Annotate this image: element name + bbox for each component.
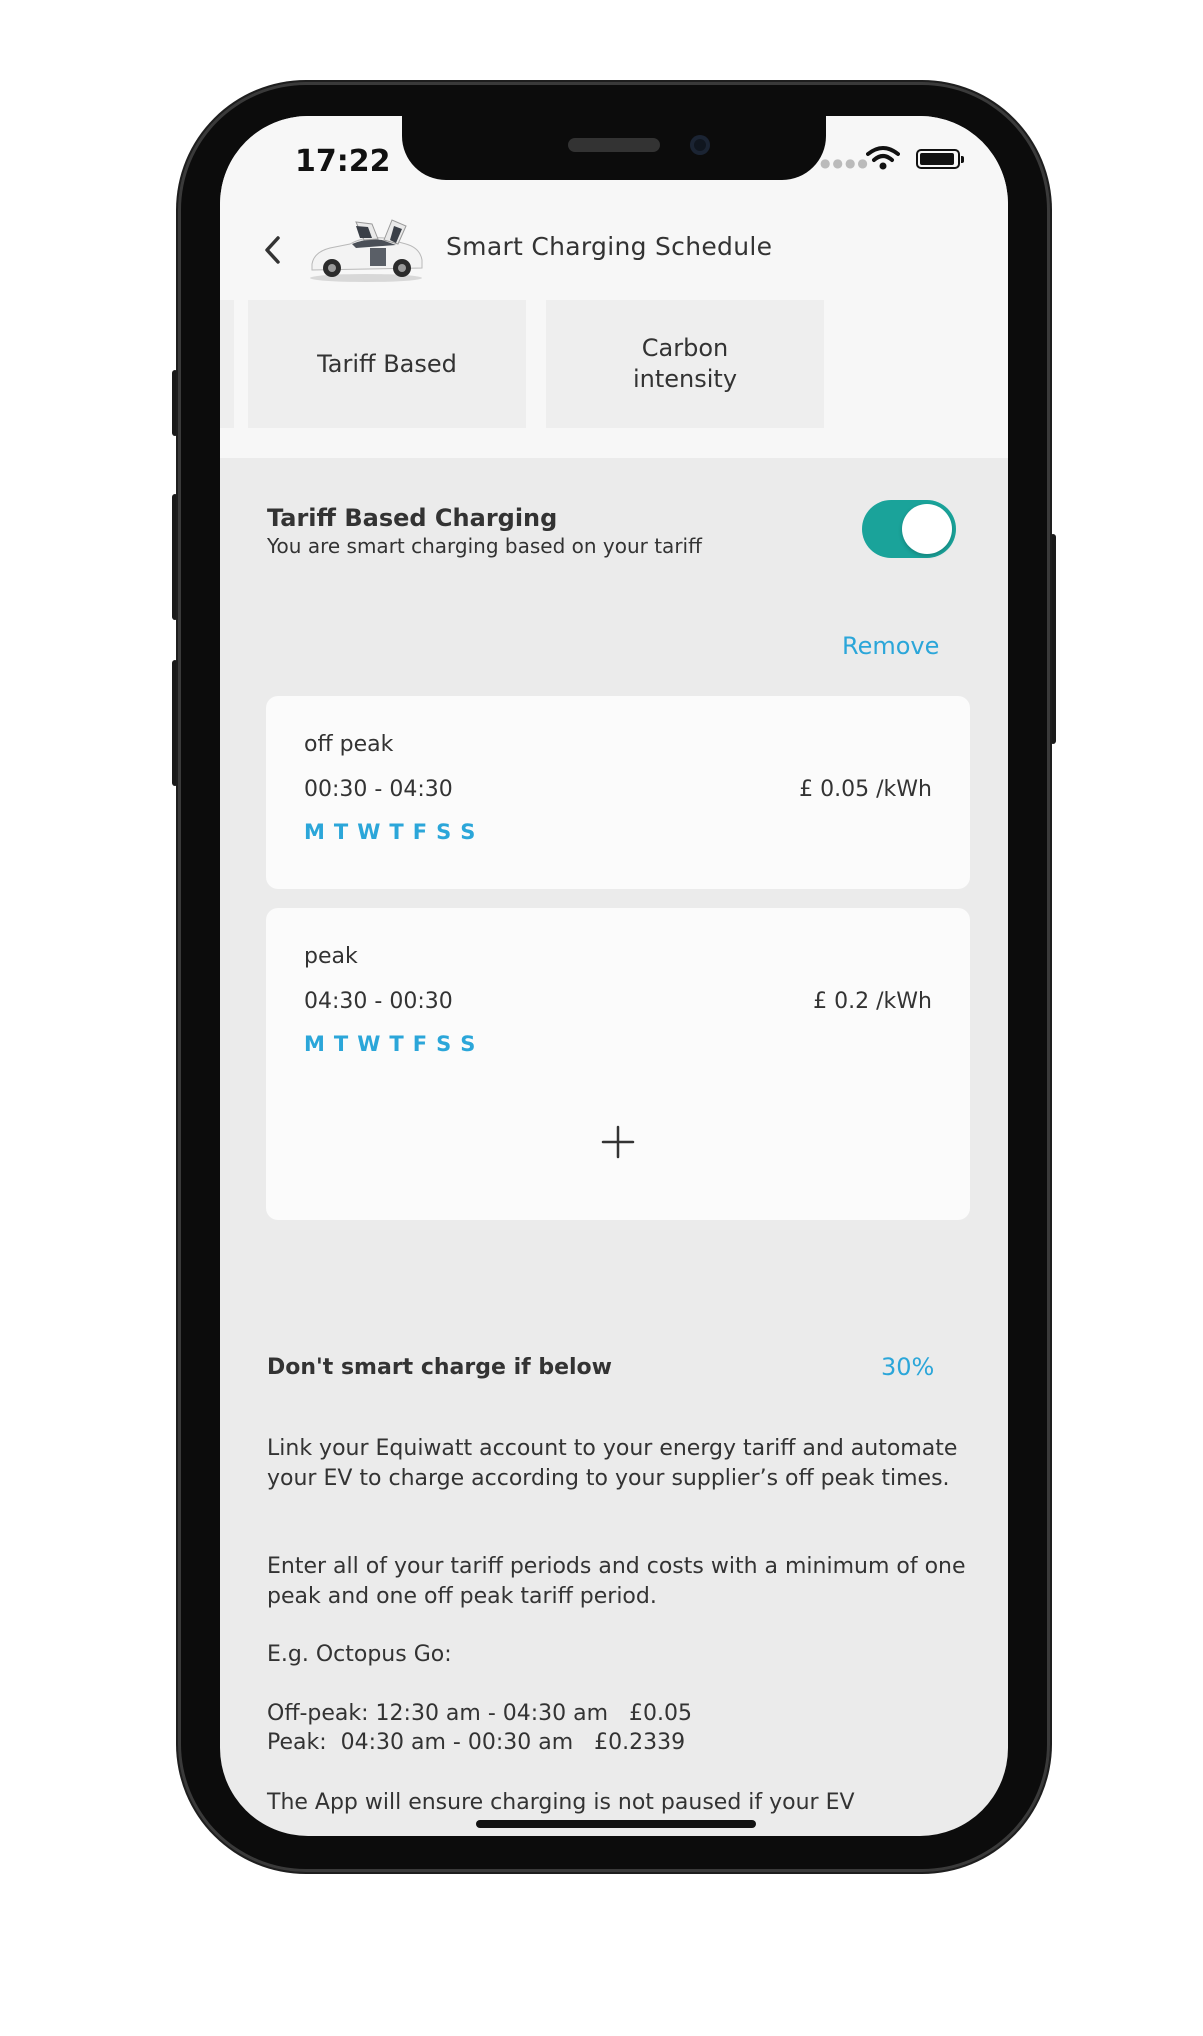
tab-previous-edge[interactable] — [220, 300, 234, 428]
day-monday: M — [304, 820, 325, 844]
info-paragraph: Link your Equiwatt account to your energ… — [267, 1436, 958, 1491]
tariff-section-subtitle: You are smart charging based on your tar… — [267, 534, 702, 558]
day-saturday: S — [436, 820, 452, 844]
day-friday: F — [412, 1032, 428, 1056]
info-paragraph: The App will ensure charging is not paus… — [267, 1790, 855, 1815]
speaker — [568, 138, 660, 152]
day-tuesday: T — [333, 820, 349, 844]
tab-label: Tariff Based — [317, 349, 457, 378]
tab-carbon-intensity[interactable]: Carbon intensity — [546, 300, 824, 428]
day-monday: M — [304, 1032, 325, 1056]
day-thursday: T — [389, 820, 404, 844]
info-example-peak: Peak: 04:30 am - 00:30 am £0.2339 — [267, 1730, 686, 1755]
power-button — [1050, 534, 1056, 744]
day-wednesday: W — [357, 820, 381, 844]
tab-tariff-based[interactable]: Tariff Based — [248, 300, 526, 428]
wifi-icon — [866, 146, 900, 170]
info-example-offpeak: Off-peak: 12:30 am - 04:30 am £0.05 — [267, 1701, 693, 1726]
remove-button[interactable]: Remove — [842, 632, 939, 660]
signal-icon: ●●●● — [820, 156, 870, 170]
page-title: Smart Charging Schedule — [446, 232, 773, 261]
chevron-left-icon — [265, 236, 280, 264]
home-indicator[interactable] — [476, 1820, 756, 1828]
day-wednesday: W — [357, 1032, 381, 1056]
battery-icon — [916, 149, 964, 169]
add-period-button[interactable] — [266, 1064, 970, 1220]
info-paragraph: Enter all of your tariff periods and cos… — [267, 1554, 966, 1609]
toggle-knob — [902, 504, 952, 554]
period-days: M T W T F S S — [304, 1032, 475, 1056]
status-time: 17:22 — [295, 144, 391, 179]
day-sunday: S — [460, 820, 476, 844]
period-name: peak — [304, 944, 358, 969]
app-screen: 17:22 ●●●● Smart Charging Schedule Tarif… — [220, 116, 1008, 1836]
back-button[interactable] — [254, 230, 290, 270]
car-image — [310, 219, 423, 282]
day-thursday: T — [389, 1032, 404, 1056]
day-sunday: S — [460, 1032, 476, 1056]
period-time: 00:30 - 04:30 — [304, 777, 453, 802]
camera — [690, 135, 710, 155]
tariff-section-title: Tariff Based Charging — [267, 504, 558, 532]
plus-icon — [601, 1125, 635, 1159]
period-price: £ 0.2 /kWh — [813, 989, 932, 1014]
notch — [402, 116, 826, 180]
day-friday: F — [412, 820, 428, 844]
tariff-charging-toggle[interactable] — [862, 500, 956, 558]
period-name: off peak — [304, 732, 394, 757]
period-price: £ 0.05 /kWh — [799, 777, 932, 802]
threshold-value[interactable]: 30% — [881, 1353, 934, 1381]
threshold-label: Don't smart charge if below — [267, 1355, 612, 1380]
period-time: 04:30 - 00:30 — [304, 989, 453, 1014]
period-days: M T W T F S S — [304, 820, 475, 844]
day-saturday: S — [436, 1032, 452, 1056]
tariff-period-card[interactable]: off peak 00:30 - 04:30 £ 0.05 /kWh M T W… — [266, 696, 970, 889]
info-paragraph: E.g. Octopus Go: — [267, 1642, 452, 1667]
day-tuesday: T — [333, 1032, 349, 1056]
tab-label: Carbon intensity — [632, 334, 738, 393]
